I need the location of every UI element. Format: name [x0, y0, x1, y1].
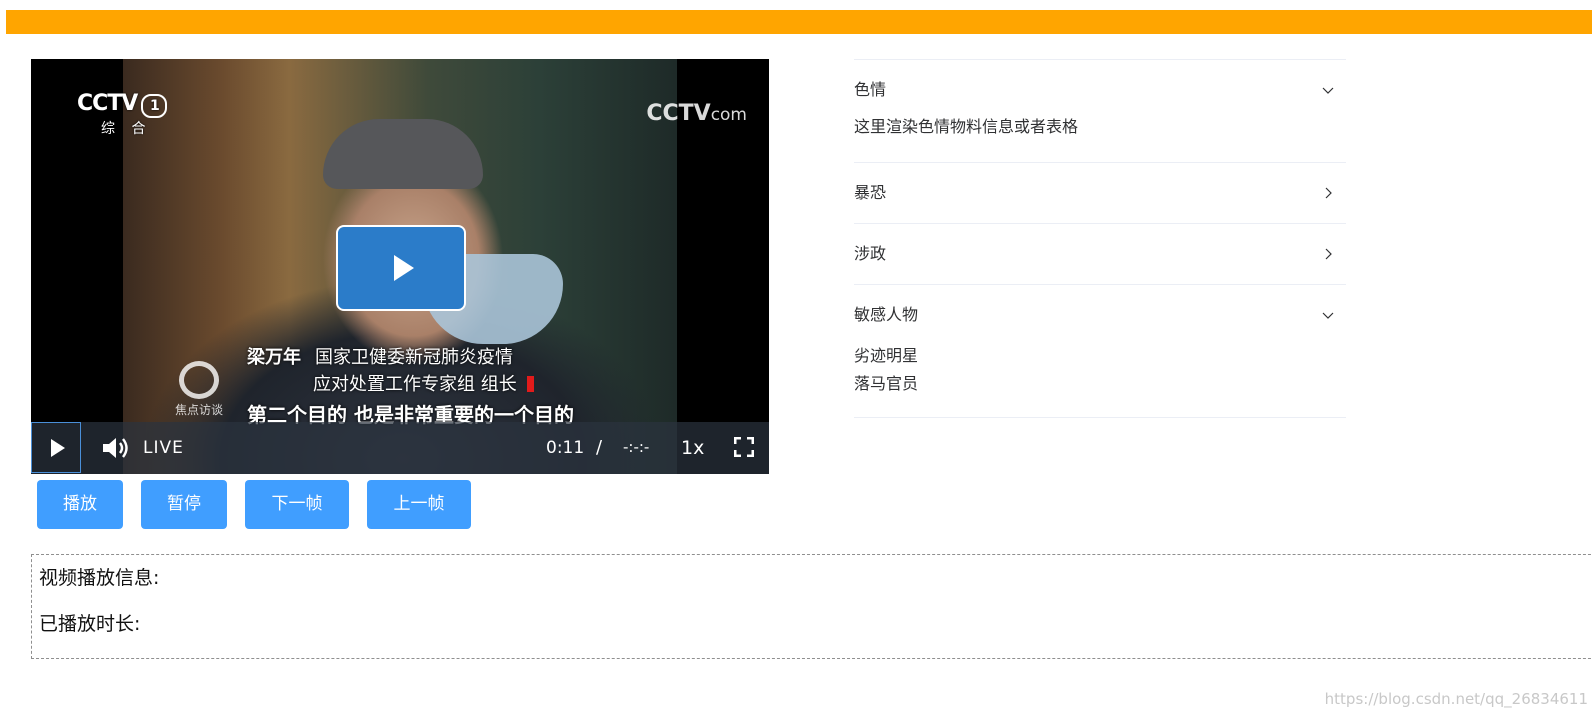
program-logo-text: 焦点访谈 [174, 403, 223, 417]
collapse-content-line: 劣迹明星 [854, 346, 919, 365]
collapse-content-line: 落马官员 [854, 374, 919, 393]
channel-sub-label: 综 合 [101, 121, 152, 137]
playback-rate-button[interactable]: 1x [681, 437, 704, 459]
collapse-title: 涉政 [854, 244, 887, 263]
collapse-header-porn[interactable]: 色情 [854, 60, 1346, 120]
play-button[interactable]: 播放 [37, 480, 123, 529]
subtitle-title-line1: 国家卫健委新冠肺炎疫情 [315, 347, 513, 368]
top-accent-bar [6, 10, 1592, 34]
duration-time: -:-:- [623, 438, 650, 456]
pause-button[interactable]: 暂停 [141, 480, 227, 529]
channel-logo-text: CCTV [77, 91, 138, 116]
category-collapse: 色情 这里渲染色情物料信息或者表格 暴恐 涉政 敏感人物 劣迹明星 落马官员 [854, 59, 1346, 418]
program-logo: 焦点访谈 [169, 361, 229, 418]
collapse-item-terror: 暴恐 [854, 162, 1346, 223]
chevron-right-icon [1325, 248, 1332, 260]
current-time: 0:11 [546, 438, 585, 458]
volume-icon-svg [103, 438, 128, 458]
video-info-box: 视频播放信息: 已播放时长: [31, 554, 1592, 659]
volume-icon[interactable] [101, 435, 131, 461]
next-frame-button[interactable]: 下一帧 [245, 480, 349, 529]
collapse-content-sensitive-people: 劣迹明星 落马官员 [854, 342, 1346, 417]
collapse-title: 色情 [854, 80, 887, 99]
channel-number-badge: 1 [141, 94, 168, 118]
page-watermark: https://blog.csdn.net/qq_26834611 [1324, 690, 1588, 708]
subtitle-title-line2: 应对处置工作专家组 组长 [313, 374, 517, 395]
video-figure-hair [323, 119, 483, 189]
fullscreen-icon-svg [733, 436, 755, 458]
collapse-content-porn: 这里渲染色情物料信息或者表格 [854, 113, 1346, 162]
control-play-button[interactable] [31, 422, 81, 473]
chevron-down-icon [1322, 87, 1334, 94]
corner-logo-suffix: com [710, 105, 747, 125]
collapse-header-terror[interactable]: 暴恐 [854, 163, 1346, 223]
channel-logo: CCTV 1 综 合 [77, 91, 168, 138]
chevron-right-icon [1325, 187, 1332, 199]
collapse-item-politics: 涉政 [854, 223, 1346, 284]
collapse-header-sensitive-people[interactable]: 敏感人物 [854, 285, 1346, 345]
prev-frame-button[interactable]: 上一帧 [367, 480, 471, 529]
fullscreen-icon[interactable] [733, 436, 755, 458]
subtitle-title-line2-wrap: 应对处置工作专家组 组长 [313, 370, 534, 396]
chevron-down-icon [1322, 312, 1334, 319]
big-play-button[interactable] [336, 225, 466, 311]
live-label: LIVE [143, 438, 184, 458]
played-duration-label: 已播放时长: [39, 613, 141, 635]
time-separator: / [596, 437, 603, 458]
subtitle-red-marker [526, 376, 534, 392]
collapse-header-politics[interactable]: 涉政 [854, 224, 1346, 284]
collapse-title: 暴恐 [854, 183, 887, 202]
program-logo-icon [179, 361, 219, 399]
collapse-item-porn: 色情 这里渲染色情物料信息或者表格 [854, 59, 1346, 162]
collapse-title: 敏感人物 [854, 305, 919, 324]
control-bar: LIVE 0:11 / -:-:- 1x [31, 422, 769, 474]
corner-watermark-logo: CCTVcom [646, 101, 747, 126]
video-info-title: 视频播放信息: [39, 567, 160, 589]
collapse-item-sensitive-people: 敏感人物 劣迹明星 落马官员 [854, 284, 1346, 418]
video-player[interactable]: CCTV 1 综 合 CCTVcom 焦点访谈 梁万年 国家卫健委新冠肺炎疫情 应对… [31, 59, 769, 474]
subtitle-name: 梁万年 [247, 347, 301, 368]
subtitle-name-line: 梁万年 国家卫健委新冠肺炎疫情 [247, 343, 513, 369]
corner-logo-main: CCTV [646, 101, 711, 126]
